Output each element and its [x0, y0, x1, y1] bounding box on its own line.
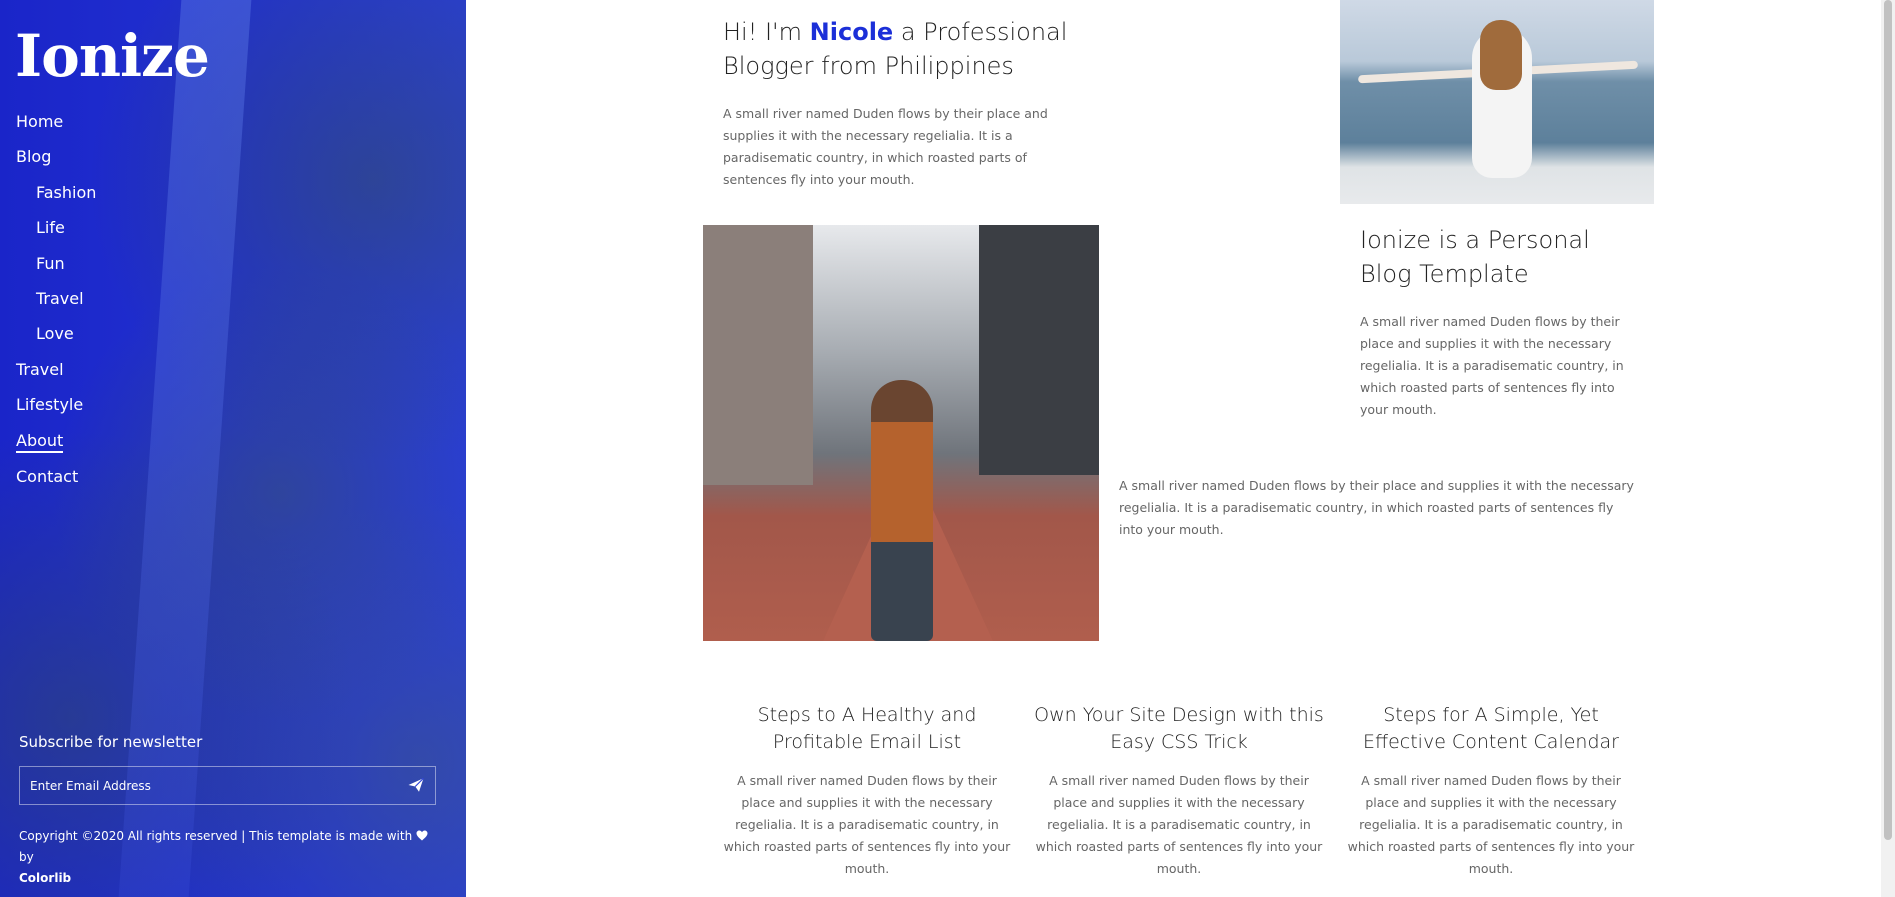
colorlib-link[interactable]: Colorlib: [19, 871, 71, 885]
middle-paragraph: A small river named Duden flows by their…: [1119, 478, 1634, 537]
image-detail: [871, 380, 933, 641]
blog-card-text: A small river named Duden flows by their…: [723, 773, 1011, 876]
nav-link-life[interactable]: Life: [16, 210, 65, 245]
copyright-text: Copyright ©2020 All rights reserved | Th…: [19, 829, 413, 843]
nav-link-love[interactable]: Love: [16, 316, 74, 351]
sidebar-background-image: [118, 0, 252, 897]
hero-paragraph: A small river named Duden flows by their…: [723, 106, 1048, 187]
blog-card: Steps for A Simple, Yet Effective Conten…: [1346, 702, 1636, 880]
nav-item-about[interactable]: About: [16, 423, 96, 459]
nav-subitem-fun[interactable]: Fun: [16, 246, 96, 281]
newsletter-form: [19, 766, 436, 805]
blog-card-title[interactable]: Steps to A Healthy and Profitable Email …: [722, 702, 1012, 756]
image-detail: [703, 225, 813, 485]
hero-prefix: Hi! I'm: [723, 18, 803, 46]
nav-link-fashion[interactable]: Fashion: [16, 175, 96, 210]
hero-name: Nicole: [809, 18, 894, 46]
scrollbar-thumb[interactable]: [1884, 0, 1892, 840]
copyright-by: by: [19, 850, 34, 864]
nav-link-blog[interactable]: Blog: [16, 139, 51, 174]
newsletter-title: Subscribe for newsletter: [19, 733, 203, 751]
nav-link-home[interactable]: Home: [16, 104, 63, 139]
nav-link-sub-travel[interactable]: Travel: [16, 281, 84, 316]
blog-card-text: A small river named Duden flows by their…: [1347, 773, 1635, 876]
nav-link-contact[interactable]: Contact: [16, 459, 78, 494]
woman-street-image: [703, 225, 1099, 641]
nav-item-travel[interactable]: Travel: [16, 352, 96, 387]
image-detail: [979, 225, 1099, 475]
blog-card: Steps to A Healthy and Profitable Email …: [722, 702, 1012, 880]
newsletter-submit-button[interactable]: [405, 775, 427, 797]
blog-card-title[interactable]: Steps for A Simple, Yet Effective Conten…: [1346, 702, 1636, 756]
nav-item-blog[interactable]: Blog: [16, 139, 96, 174]
heart-icon: [416, 830, 428, 841]
hero-heading: Hi! I'm Nicole a Professional Blogger fr…: [723, 15, 1083, 83]
section2-paragraph: A small river named Duden flows by their…: [1360, 314, 1624, 417]
main-nav: Home Blog Fashion Life Fun Travel Love T…: [16, 104, 96, 494]
nav-link-lifestyle[interactable]: Lifestyle: [16, 387, 83, 422]
nav-link-travel[interactable]: Travel: [16, 352, 64, 387]
nav-subitem-travel[interactable]: Travel: [16, 281, 96, 316]
section2-heading: Ionize is a Personal Blog Template: [1360, 226, 1590, 288]
nav-item-home[interactable]: Home: [16, 104, 96, 139]
main-content: Hi! I'm Nicole a Professional Blogger fr…: [466, 0, 1895, 897]
sidebar: Ionize Home Blog Fashion Life Fun Travel…: [0, 0, 466, 897]
woman-sea-image: [1340, 0, 1654, 204]
blog-card-text: A small river named Duden flows by their…: [1035, 773, 1323, 876]
image-detail: [1480, 20, 1522, 90]
paper-plane-icon: [408, 777, 424, 792]
copyright: Copyright ©2020 All rights reserved | Th…: [19, 826, 439, 889]
nav-subitem-life[interactable]: Life: [16, 210, 96, 245]
nav-item-lifestyle[interactable]: Lifestyle: [16, 387, 96, 422]
nav-subitem-fashion[interactable]: Fashion: [16, 175, 96, 210]
page-scrollbar[interactable]: [1881, 0, 1895, 897]
site-logo[interactable]: Ionize: [15, 22, 210, 90]
nav-link-about-active[interactable]: About: [16, 431, 64, 453]
nav-link-fun[interactable]: Fun: [16, 246, 65, 281]
nav-item-contact[interactable]: Contact: [16, 459, 96, 494]
newsletter-email-input[interactable]: [20, 767, 400, 804]
nav-subitem-love[interactable]: Love: [16, 316, 96, 351]
blog-card: Own Your Site Design with this Easy CSS …: [1034, 702, 1324, 880]
blog-card-title[interactable]: Own Your Site Design with this Easy CSS …: [1034, 702, 1324, 756]
